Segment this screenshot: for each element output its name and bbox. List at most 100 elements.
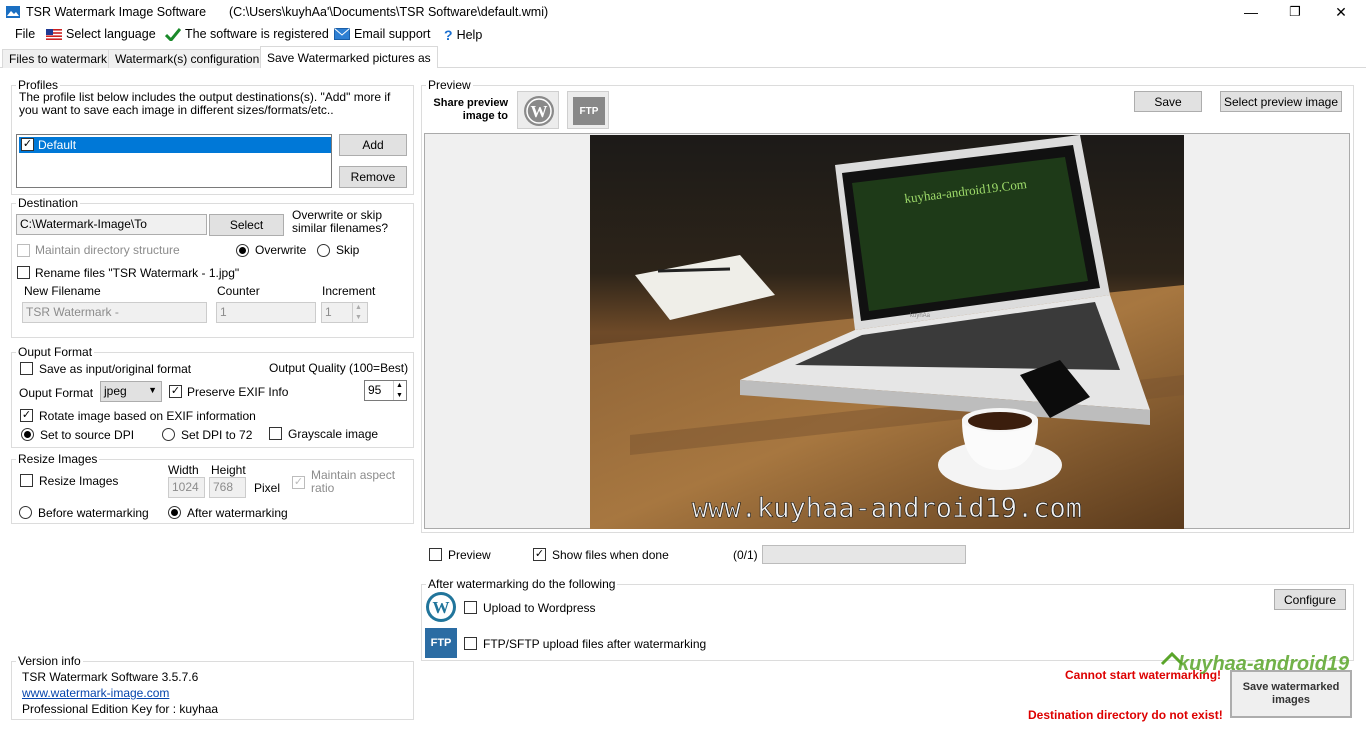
select-destination-button[interactable]: Select [209, 214, 284, 236]
after-watermarking-label: After watermarking [187, 506, 288, 520]
menu-help[interactable]: ? Help [444, 27, 482, 43]
profiles-description: The profile list below includes the outp… [19, 90, 391, 117]
wordpress-icon: W [426, 592, 456, 622]
profiles-list[interactable]: Default [16, 134, 332, 188]
ftp-upload-label: FTP/SFTP upload files after watermarking [483, 637, 707, 651]
chevron-down-icon: ▼ [148, 385, 157, 395]
quality-spinner[interactable]: ▲ ▼ [393, 381, 405, 400]
flag-icon [46, 28, 62, 40]
new-filename-label: New Filename [24, 284, 101, 298]
preserve-exif-label: Preserve EXIF Info [187, 385, 289, 399]
new-filename-field[interactable]: TSR Watermark - [22, 302, 207, 323]
restore-button[interactable]: ❐ [1272, 0, 1318, 24]
increment-spinner[interactable]: ▲ ▼ [352, 303, 364, 322]
select-preview-image-button[interactable]: Select preview image [1220, 91, 1342, 112]
output-format-legend: Ouput Format [18, 345, 93, 359]
menu-select-language[interactable]: Select language [46, 27, 156, 41]
website-link[interactable]: www.watermark-image.com [22, 686, 169, 700]
save-watermarked-images-button[interactable]: Save watermarked images [1230, 670, 1352, 718]
close-button[interactable]: ✕ [1318, 0, 1364, 24]
preview-checkbox[interactable] [429, 548, 442, 561]
app-title: TSR Watermark Image Software [26, 5, 207, 19]
upload-wordpress-checkbox[interactable] [464, 601, 477, 614]
preview-checkbox-label: Preview [448, 548, 491, 562]
tab-watermark-configuration[interactable]: Watermark(s) configuration [108, 49, 267, 68]
menu-file[interactable]: File [15, 27, 35, 41]
output-format-value: jpeg [104, 384, 127, 398]
add-profile-button[interactable]: Add [339, 134, 407, 156]
width-field[interactable]: 1024 [168, 477, 205, 498]
show-files-checkbox[interactable] [533, 548, 546, 561]
tab-strip: Files to watermark Watermark(s) configur… [0, 46, 1366, 68]
skip-label: Skip [336, 243, 360, 257]
counter-field[interactable]: 1 [216, 302, 316, 323]
destination-path-field[interactable]: C:\Watermark-Image\To [16, 214, 207, 235]
remove-profile-button[interactable]: Remove [339, 166, 407, 188]
width-label: Width [168, 463, 199, 477]
resize-images-checkbox[interactable] [20, 474, 33, 487]
preview-legend: Preview [428, 78, 471, 92]
preview-image: kuyhaa-android19.Com kuyhAa www.kuyhaa-a… [590, 135, 1184, 529]
envelope-icon [334, 28, 350, 40]
dpi72-label: Set DPI to 72 [181, 428, 253, 442]
resize-images-label: Resize Images [39, 474, 119, 488]
preserve-exif-checkbox[interactable] [169, 385, 182, 398]
progress-bar [762, 545, 966, 564]
save-as-input-checkbox[interactable] [20, 362, 33, 375]
source-dpi-radio[interactable] [21, 428, 34, 441]
share-ftp-button[interactable]: FTP [567, 91, 609, 129]
menu-select-language-label: Select language [66, 27, 156, 41]
help-icon: ? [444, 27, 453, 43]
output-quality-label: Output Quality (100=Best) [269, 361, 409, 375]
profile-default-checkbox[interactable] [21, 138, 34, 151]
edition-key: Professional Edition Key for : kuyhaa [22, 702, 219, 716]
overwrite-question: Overwrite or skip similar filenames? [292, 208, 389, 235]
spin-up-icon: ▲ [355, 304, 362, 312]
counter-label: Counter [217, 284, 260, 298]
svg-text:W: W [433, 598, 450, 617]
pixel-label: Pixel [254, 481, 281, 495]
version-legend: Version info [18, 654, 81, 668]
overwrite-radio[interactable] [236, 244, 249, 257]
after-watermarking-radio[interactable] [168, 506, 181, 519]
output-format-label: Ouput Format [19, 386, 94, 400]
grayscale-checkbox[interactable] [269, 427, 282, 440]
before-watermarking-radio[interactable] [19, 506, 32, 519]
increment-label: Increment [322, 284, 376, 298]
checkmark-icon [165, 28, 181, 41]
overwrite-label: Overwrite [255, 243, 307, 257]
configure-button[interactable]: Configure [1274, 589, 1346, 610]
menu-bar: File Select language The software is reg… [0, 24, 1366, 46]
minimize-button[interactable]: — [1228, 0, 1274, 24]
menu-email-support-label: Email support [354, 27, 431, 41]
show-files-label: Show files when done [552, 548, 669, 562]
maintain-aspect-checkbox[interactable] [292, 476, 305, 489]
spin-down-icon: ▼ [396, 391, 403, 399]
list-item[interactable]: Default [19, 137, 331, 153]
grayscale-label: Grayscale image [288, 427, 379, 441]
rename-files-checkbox[interactable] [17, 266, 30, 279]
menu-registered[interactable]: The software is registered [165, 27, 329, 41]
upload-wordpress-label: Upload to Wordpress [483, 601, 596, 615]
dpi72-radio[interactable] [162, 428, 175, 441]
maintain-dir-label: Maintain directory structure [35, 243, 180, 257]
after-watermarking-legend: After watermarking do the following [428, 577, 616, 591]
destination-legend: Destination [18, 196, 79, 210]
menu-registered-label: The software is registered [185, 27, 329, 41]
ftp-icon: FTP [425, 628, 457, 658]
file-path: (C:\Users\kuyhAa'\Documents\TSR Software… [229, 5, 549, 19]
progress-count: (0/1) [733, 548, 758, 562]
tab-files-to-watermark[interactable]: Files to watermark [2, 49, 115, 68]
share-wordpress-button[interactable]: W [517, 91, 559, 129]
skip-radio[interactable] [317, 244, 330, 257]
output-format-select[interactable]: jpeg ▼ [100, 381, 162, 402]
title-bar: TSR Watermark Image Software (C:\Users\k… [0, 0, 1366, 24]
tab-save-watermarked[interactable]: Save Watermarked pictures as [260, 46, 438, 68]
ftp-upload-checkbox[interactable] [464, 637, 477, 650]
menu-email-support[interactable]: Email support [334, 27, 430, 41]
rotate-exif-checkbox[interactable] [20, 409, 33, 422]
height-field[interactable]: 768 [209, 477, 246, 498]
save-preview-button[interactable]: Save [1134, 91, 1202, 112]
maintain-aspect-label: Maintain aspect ratio [311, 468, 396, 495]
maintain-dir-checkbox[interactable] [17, 244, 30, 257]
